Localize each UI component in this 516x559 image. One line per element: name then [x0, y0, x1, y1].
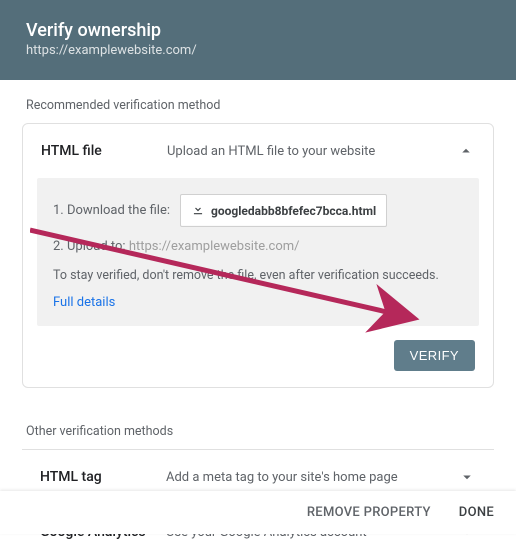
step2-label: 2. Upload to:: [53, 239, 126, 254]
step1-label: 1. Download the file:: [53, 203, 170, 218]
verify-button[interactable]: VERIFY: [394, 340, 475, 371]
download-filename: googledabb8bfefec7bcca.html: [211, 204, 376, 218]
download-icon: [191, 202, 205, 219]
chevron-down-icon: [458, 468, 476, 486]
remove-property-button[interactable]: REMOVE PROPERTY: [307, 505, 431, 520]
download-file-button[interactable]: googledabb8bfefec7bcca.html: [180, 194, 387, 227]
verification-note: To stay verified, don't remove the file,…: [53, 268, 463, 283]
method-desc: Upload an HTML file to your website: [167, 144, 441, 159]
method-desc: Add a meta tag to your site's home page: [166, 470, 442, 485]
method-instructions: 1. Download the file: googledabb8bfefec7…: [37, 178, 479, 326]
method-html-file-header[interactable]: HTML file Upload an HTML file to your we…: [23, 124, 493, 178]
method-title: HTML file: [41, 143, 151, 159]
page-title: Verify ownership: [26, 20, 490, 41]
property-url: https://examplewebsite.com/: [26, 43, 490, 58]
other-section-label: Other verification methods: [0, 406, 516, 449]
done-button[interactable]: DONE: [459, 505, 494, 520]
step2-url: https://examplewebsite.com/: [129, 239, 300, 254]
method-title: HTML tag: [40, 469, 150, 485]
chevron-up-icon: [457, 142, 475, 160]
dialog-header: Verify ownership https://examplewebsite.…: [0, 0, 516, 80]
full-details-link[interactable]: Full details: [53, 295, 463, 310]
recommended-method-card: HTML file Upload an HTML file to your we…: [22, 123, 494, 388]
dialog-footer: REMOVE PROPERTY DONE: [0, 491, 516, 534]
recommended-section-label: Recommended verification method: [0, 80, 516, 123]
